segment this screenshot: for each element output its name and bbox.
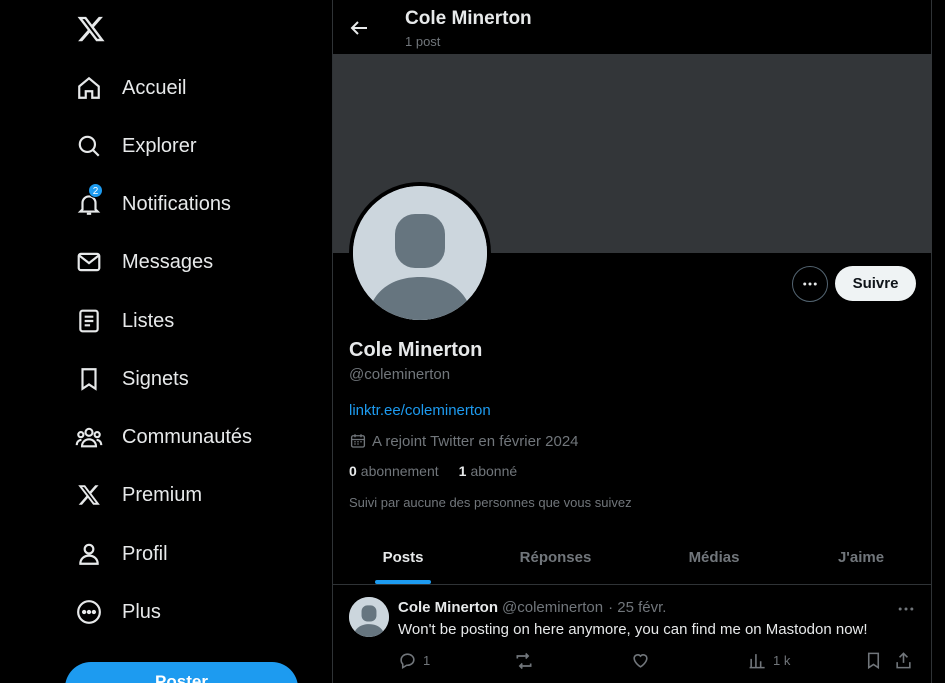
home-icon (74, 73, 104, 103)
followers-label: abonné (470, 463, 518, 479)
sidebar-item-explore[interactable]: Explorer (74, 121, 196, 171)
ellipsis-icon (803, 282, 817, 286)
tweet-text: Won't be posting on here anymore, you ca… (398, 621, 868, 638)
share-icon (896, 652, 911, 669)
tweet-header: Cole Minerton @coleminerton · 25 févr. (398, 599, 666, 616)
default-avatar-icon (349, 597, 389, 637)
mail-icon (74, 247, 104, 277)
header-post-count: 1 post (405, 34, 441, 49)
views-chart-icon (749, 654, 765, 669)
profile-tabs: Posts Réponses Médias J'aime (333, 532, 932, 585)
sidebar-item-label: Communautés (122, 425, 253, 448)
more-options-button[interactable] (792, 266, 828, 302)
following-label: abonnement (360, 463, 439, 479)
following-count: 0 (349, 463, 357, 479)
default-avatar-icon (353, 186, 487, 320)
like-button[interactable] (631, 651, 650, 670)
sidebar-item-lists[interactable]: Listes (74, 296, 174, 346)
sidebar-item-label: Profil (122, 542, 168, 565)
tab-label: Réponses (519, 549, 592, 566)
heart-icon (633, 654, 648, 668)
avatar[interactable] (349, 182, 491, 324)
reply-count: 1 (423, 653, 431, 668)
tab-media[interactable]: Médias (638, 532, 790, 584)
tab-posts[interactable]: Posts (333, 532, 473, 584)
sidebar-item-label: Explorer (122, 134, 197, 157)
sidebar-item-label: Notifications (122, 192, 231, 215)
bell-icon: 2 (74, 183, 104, 219)
tweet-avatar[interactable] (349, 597, 389, 637)
header-profile-name: Cole Minerton (405, 8, 532, 29)
repost-button[interactable] (514, 651, 534, 671)
followers-count: 1 (458, 463, 467, 479)
repost-icon (516, 652, 532, 670)
sidebar-item-bookmarks[interactable]: Signets (74, 354, 189, 404)
reply-icon (400, 653, 415, 670)
tab-label: Médias (688, 549, 740, 566)
profile-joined: A rejoint Twitter en février 2024 (349, 432, 579, 450)
back-arrow-icon[interactable] (347, 16, 371, 40)
tab-replies[interactable]: Réponses (473, 532, 638, 584)
profile-handle: @coleminerton (349, 366, 451, 383)
active-tab-indicator (375, 580, 431, 584)
following-stat[interactable]: 0 abonnement (349, 463, 439, 479)
followed-by-text: Suivi par aucune des personnes que vous … (349, 495, 632, 510)
tweet-date[interactable]: · 25 févr. (608, 599, 666, 616)
sidebar-item-label: Plus (122, 600, 161, 623)
sidebar-item-label: Accueil (122, 76, 187, 99)
post-button[interactable]: Poster (65, 662, 298, 683)
views-count: 1 k (773, 653, 791, 668)
tab-likes[interactable]: J'aime (790, 532, 932, 584)
views-button[interactable]: 1 k (748, 651, 790, 670)
profile-name: Cole Minerton (349, 339, 483, 361)
x-logo-icon (74, 480, 104, 510)
follow-button[interactable]: Suivre (835, 266, 916, 301)
x-logo-icon[interactable] (76, 14, 106, 44)
followers-stat[interactable]: 1 abonné (459, 463, 518, 479)
list-icon (74, 306, 104, 336)
sidebar-item-notifications[interactable]: 2 Notifications (74, 179, 231, 229)
tweet[interactable]: Cole Minerton @coleminerton · 25 févr. W… (333, 585, 932, 683)
sidebar-item-messages[interactable]: Messages (74, 237, 213, 287)
sidebar-item-more[interactable]: Plus (74, 587, 161, 637)
more-circle-icon (74, 597, 104, 627)
tab-label: Posts (382, 549, 424, 566)
scrollbar[interactable] (932, 0, 945, 683)
sidebar-item-communities[interactable]: Communautés (74, 412, 252, 462)
tab-label: J'aime (837, 549, 885, 566)
search-icon (74, 131, 104, 161)
tweet-author-handle[interactable]: @coleminerton (502, 599, 603, 616)
bookmark-icon (867, 652, 880, 670)
communities-icon (74, 422, 104, 452)
sidebar-item-label: Premium (122, 483, 203, 506)
tweet-actions: 1 1 k (398, 651, 918, 673)
share-button[interactable] (894, 651, 913, 670)
sidebar-item-label: Messages (122, 250, 214, 273)
profile-column: Cole Minerton 1 post Suivre Cole Minerto… (332, 0, 932, 683)
person-icon (74, 539, 104, 569)
reply-button[interactable]: 1 (398, 651, 430, 670)
sidebar-item-profile[interactable]: Profil (74, 529, 168, 579)
joined-date: A rejoint Twitter en février 2024 (372, 432, 579, 450)
sidebar-item-label: Signets (122, 367, 189, 390)
notification-badge: 2 (88, 183, 103, 198)
sidebar: Accueil Explorer 2 Notifications Message… (0, 0, 332, 683)
tweet-author-name[interactable]: Cole Minerton (398, 599, 498, 616)
profile-stats: 0 abonnement 1 abonné (349, 463, 537, 479)
sidebar-item-home[interactable]: Accueil (74, 63, 186, 113)
profile-header-bar: Cole Minerton 1 post (333, 0, 932, 54)
tweet-more-icon[interactable] (896, 599, 916, 619)
sidebar-item-premium[interactable]: Premium (74, 470, 202, 520)
sidebar-item-label: Listes (122, 309, 175, 332)
bookmark-icon (74, 364, 104, 394)
bookmark-button[interactable] (864, 651, 883, 670)
profile-link[interactable]: linktr.ee/coleminerton (349, 402, 491, 419)
calendar-icon (350, 434, 366, 448)
